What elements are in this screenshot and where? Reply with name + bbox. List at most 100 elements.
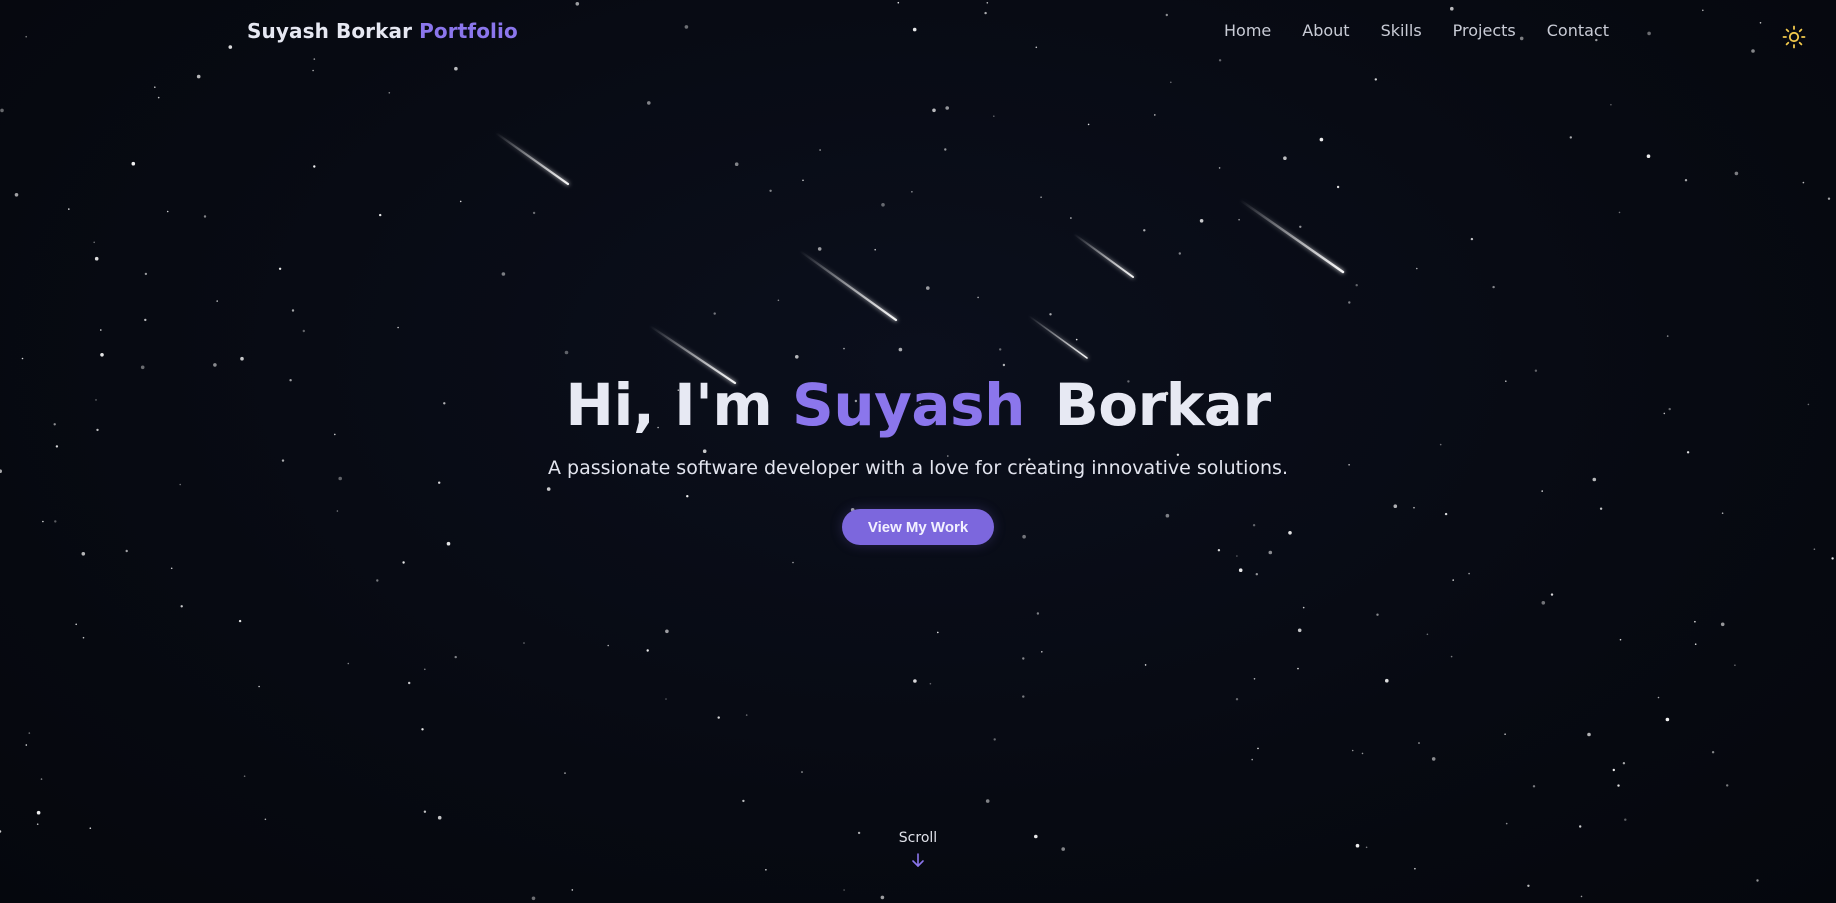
star xyxy=(144,318,147,322)
star xyxy=(874,248,876,251)
star xyxy=(1734,664,1736,666)
star xyxy=(264,818,267,821)
star xyxy=(1143,229,1146,232)
star xyxy=(196,74,201,79)
star xyxy=(291,309,295,312)
star xyxy=(944,148,947,151)
nav-about-link[interactable]: About xyxy=(1302,21,1349,40)
star xyxy=(1217,549,1221,552)
main-nav: Home About Skills Projects Contact xyxy=(1224,21,1640,40)
star xyxy=(911,191,913,193)
star xyxy=(1751,49,1755,53)
star xyxy=(945,106,949,110)
star xyxy=(1087,123,1090,126)
star xyxy=(125,549,128,553)
star xyxy=(1684,179,1688,182)
star xyxy=(985,799,990,803)
star xyxy=(769,189,772,192)
shooting-star xyxy=(1073,233,1134,278)
star xyxy=(36,823,39,825)
star xyxy=(1617,784,1620,787)
star xyxy=(1268,550,1273,555)
scroll-indicator[interactable]: Scroll xyxy=(0,830,1836,868)
star xyxy=(1624,818,1627,821)
star xyxy=(312,69,314,72)
star xyxy=(1711,751,1715,754)
star xyxy=(1218,167,1221,169)
star xyxy=(1283,156,1287,160)
star xyxy=(82,636,85,639)
star xyxy=(564,772,566,774)
star xyxy=(1694,620,1696,623)
star xyxy=(1646,154,1651,158)
star xyxy=(238,619,242,623)
star xyxy=(1348,301,1351,304)
star xyxy=(1612,768,1616,772)
nav-home-link[interactable]: Home xyxy=(1224,21,1271,40)
star xyxy=(897,1,900,4)
star xyxy=(912,27,917,32)
star xyxy=(1702,9,1704,12)
star xyxy=(1385,678,1389,683)
star xyxy=(347,662,350,665)
hero-last-name: Borkar xyxy=(1054,371,1271,439)
star xyxy=(1040,196,1042,198)
star xyxy=(801,771,803,773)
page: Suyash Borkar Portfolio Home About Skill… xyxy=(0,0,1836,903)
star xyxy=(1416,267,1418,270)
star xyxy=(501,272,506,276)
star xyxy=(881,203,885,207)
site-logo[interactable]: Suyash Borkar Portfolio xyxy=(247,19,518,43)
star xyxy=(1418,742,1420,744)
theme-toggle-button[interactable] xyxy=(1782,25,1806,49)
star xyxy=(734,162,739,166)
star xyxy=(1236,555,1238,557)
star xyxy=(454,66,458,71)
star xyxy=(1235,698,1239,701)
nav-skills-link[interactable]: Skills xyxy=(1381,21,1422,40)
star xyxy=(100,329,102,331)
star xyxy=(1452,579,1454,581)
star xyxy=(459,200,462,203)
star xyxy=(843,889,845,891)
star xyxy=(157,96,160,99)
star xyxy=(424,668,426,671)
view-my-work-button[interactable]: View My Work xyxy=(842,509,994,545)
hero-section: Hi, I'm Suyash Borkar A passionate softw… xyxy=(0,365,1836,545)
star xyxy=(1154,114,1156,116)
star xyxy=(977,296,979,299)
star xyxy=(1238,568,1243,572)
star xyxy=(1255,573,1259,576)
star xyxy=(1813,548,1816,550)
star xyxy=(564,350,569,355)
star xyxy=(454,655,457,659)
star xyxy=(1165,13,1169,17)
shooting-star xyxy=(1238,198,1345,274)
star xyxy=(421,728,424,731)
star xyxy=(302,329,305,333)
star xyxy=(1527,884,1530,887)
star xyxy=(1374,78,1378,81)
star xyxy=(1470,237,1474,241)
star xyxy=(665,629,669,634)
nav-contact-link[interactable]: Contact xyxy=(1547,21,1609,40)
star xyxy=(21,357,24,360)
star xyxy=(1504,733,1506,735)
star xyxy=(68,208,70,210)
star xyxy=(1541,601,1546,605)
star xyxy=(1587,732,1591,737)
scroll-label: Scroll xyxy=(898,830,938,846)
star xyxy=(131,161,136,166)
star xyxy=(795,355,799,359)
star xyxy=(1666,335,1669,337)
star xyxy=(1355,284,1358,287)
star xyxy=(1622,762,1626,765)
star xyxy=(313,58,316,60)
star xyxy=(1218,59,1222,62)
star xyxy=(1569,136,1573,139)
star xyxy=(100,353,104,357)
star xyxy=(376,579,379,582)
star xyxy=(1756,879,1759,882)
star xyxy=(75,623,77,626)
nav-projects-link[interactable]: Projects xyxy=(1453,21,1516,40)
